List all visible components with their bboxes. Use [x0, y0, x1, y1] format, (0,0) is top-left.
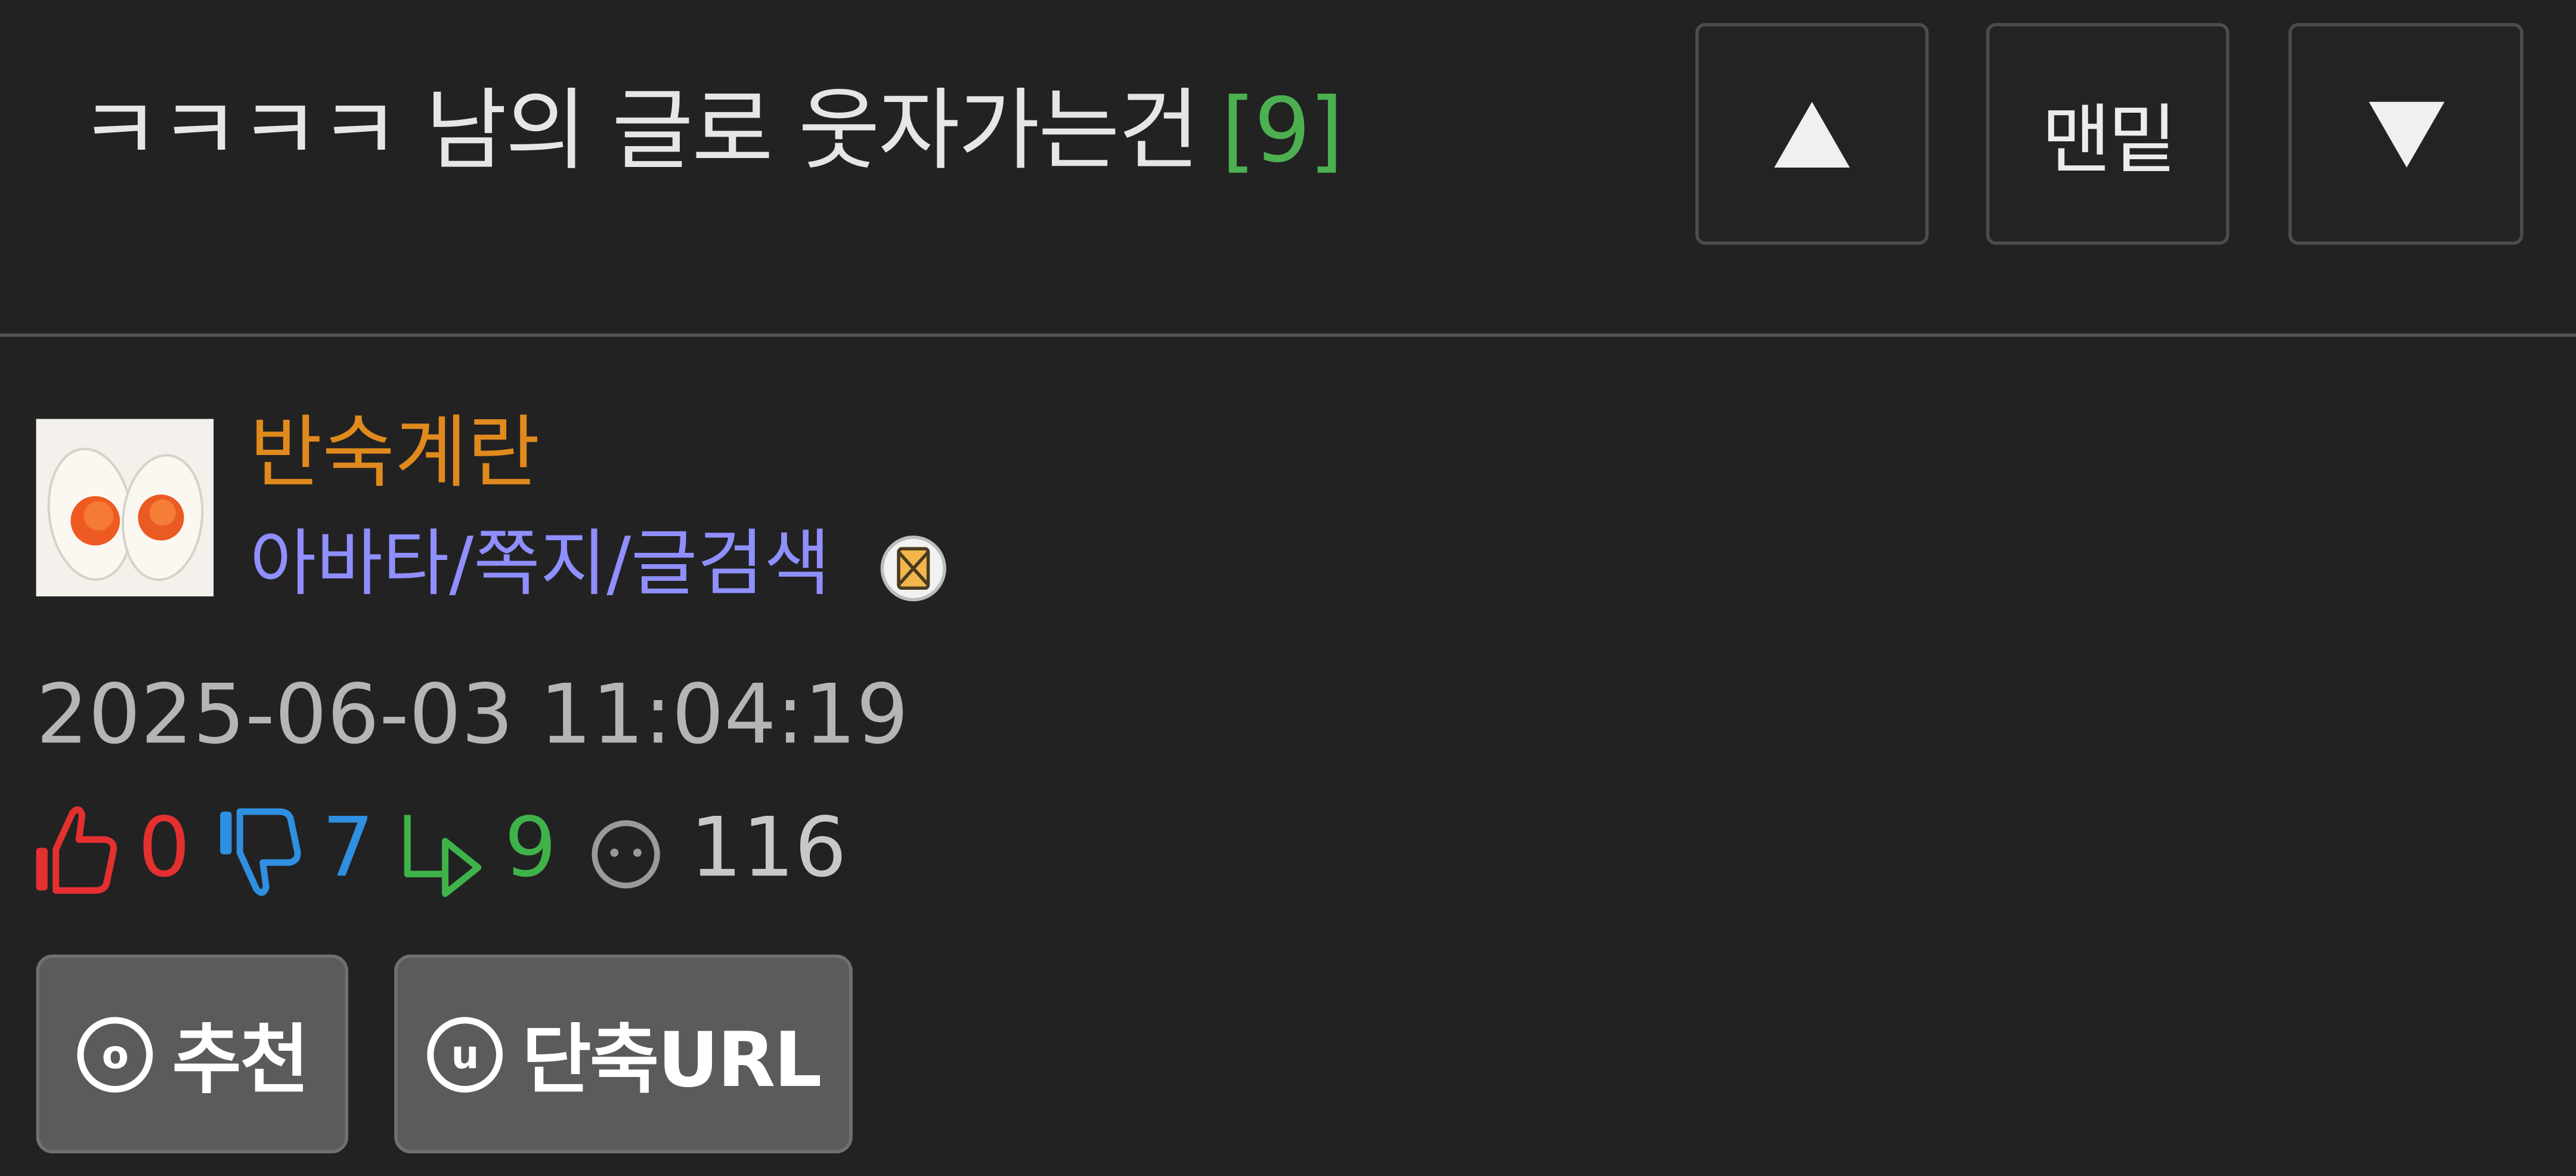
- recommend-label: 추천: [172, 1014, 309, 1103]
- thumbs-down-icon[interactable]: [217, 805, 306, 897]
- boiled-egg-avatar: [36, 419, 214, 597]
- reply-arrow-icon: [399, 805, 488, 898]
- scroll-bottom-button[interactable]: 맨밑: [1986, 23, 2230, 245]
- post-view: ㅋㅋㅋㅋ 남의 글로 웃자가는건[9] 맨밑 반숙계란 아바타/쪽지/글검색: [0, 0, 2576, 1176]
- short-url-label: 단축URL: [522, 1014, 822, 1103]
- author-name[interactable]: 반숙계란: [250, 401, 540, 506]
- view-count: 116: [690, 800, 847, 896]
- level-badge-icon: [879, 534, 948, 603]
- recommend-icon: o: [76, 1016, 153, 1092]
- views-face-icon: [587, 805, 676, 897]
- comment-count[interactable]: [9]: [1221, 79, 1343, 182]
- triangle-down-icon: [2368, 101, 2444, 167]
- short-url-icon: u: [426, 1016, 502, 1092]
- post-title: ㅋㅋㅋㅋ 남의 글로 웃자가는건 [9]: [79, 66, 1343, 197]
- recommend-button[interactable]: o 추천: [36, 954, 349, 1154]
- author-menu-links[interactable]: 아바타/쪽지/글검색: [250, 516, 831, 614]
- post-title-text: ㅋㅋㅋㅋ 남의 글로 웃자가는건: [79, 79, 1200, 182]
- header-divider: [0, 333, 2576, 337]
- thumbs-up-icon[interactable]: [33, 805, 122, 897]
- reply-count: 9: [504, 800, 557, 896]
- triangle-up-icon: [1774, 101, 1850, 167]
- downvote-count: 7: [321, 800, 374, 896]
- scroll-down-button[interactable]: [2288, 23, 2524, 245]
- short-url-button[interactable]: u 단축URL: [394, 954, 853, 1154]
- scroll-up-button[interactable]: [1695, 23, 1929, 245]
- author-avatar[interactable]: [36, 419, 214, 597]
- upvote-count: 0: [138, 800, 191, 896]
- post-datetime: 2025-06-03 11:04:19: [36, 667, 909, 763]
